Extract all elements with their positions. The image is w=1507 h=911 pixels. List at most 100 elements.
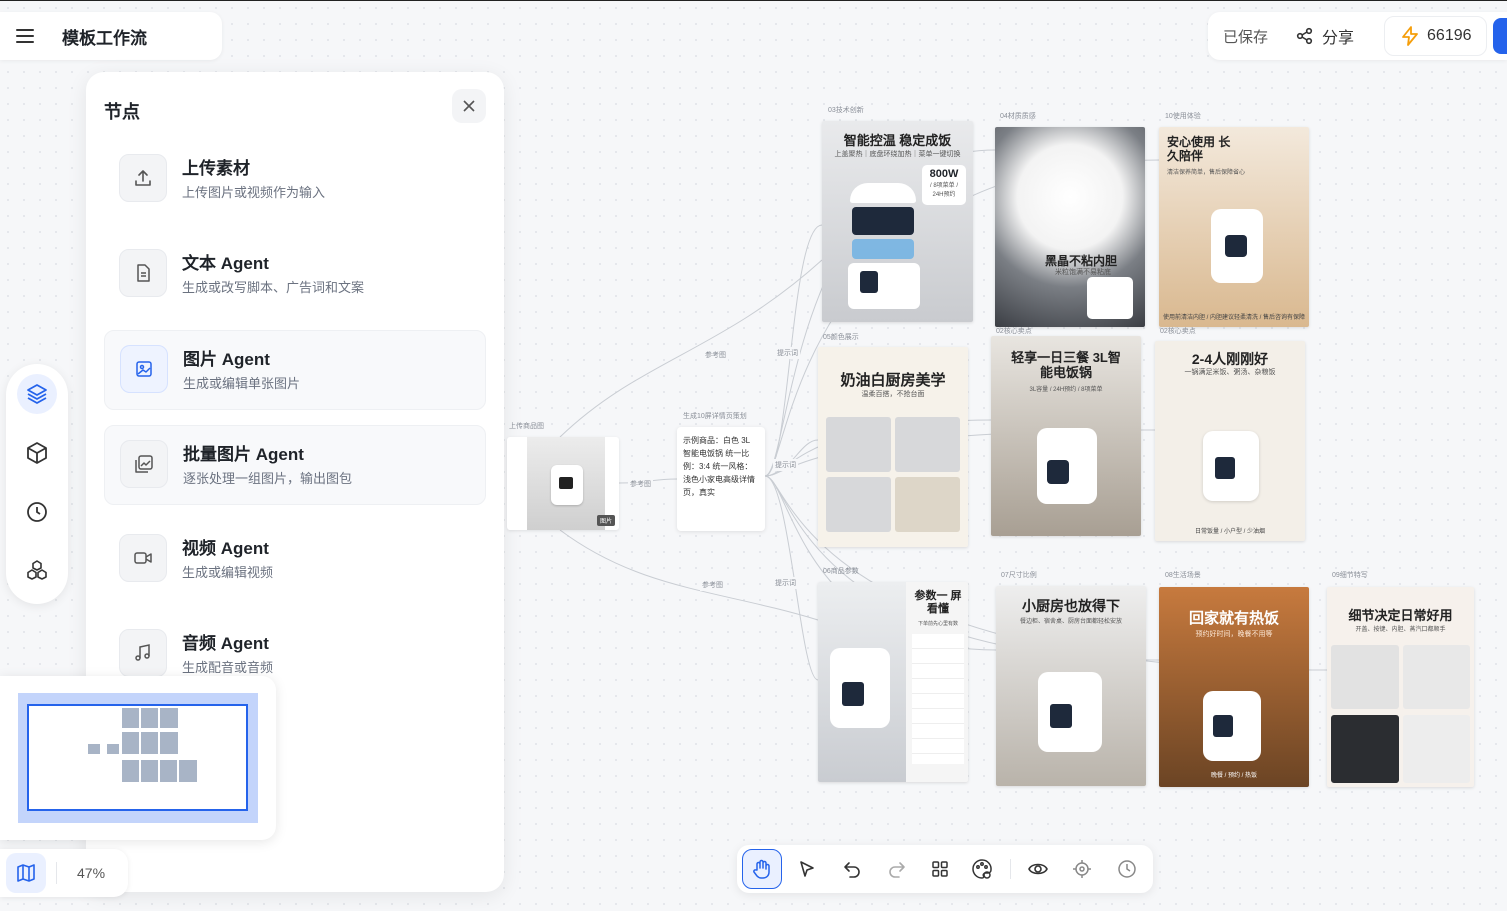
node-item-title: 图片 Agent xyxy=(183,350,270,369)
templates-tool-button[interactable] xyxy=(17,551,57,591)
assets-tool-button[interactable] xyxy=(17,433,57,473)
card-tag: 10使用体验 xyxy=(1165,113,1201,120)
output-card-lifestyle[interactable]: 回家就有热饭 预约好时间，晚餐不用等 晚餐 / 预约 / 热饭 xyxy=(1159,587,1309,787)
share-label: 分享 xyxy=(1322,30,1355,47)
node-item-desc: 生成或改写脚本、广告词和文案 xyxy=(182,280,365,295)
edge-label-prompt: 提示词 xyxy=(773,577,798,589)
output-card-material[interactable]: 黑晶不粘内胆 米粒饱满不易粘底 xyxy=(995,127,1145,327)
edge-label-prompt: 提示词 xyxy=(775,347,800,359)
music-icon xyxy=(119,629,167,677)
minimap-node xyxy=(160,760,177,782)
divider xyxy=(56,862,57,884)
preview-button[interactable] xyxy=(1018,849,1058,889)
minimap-node xyxy=(88,744,100,754)
card-headline: 安心使用 长久陪伴 xyxy=(1167,135,1231,163)
card-subtitle: 米粒饱满不易粘底 xyxy=(1055,269,1111,276)
card-headline: 细节决定日常好用 xyxy=(1348,608,1453,623)
redo-icon xyxy=(889,862,905,878)
source-image-node[interactable]: 图片 xyxy=(507,437,619,530)
node-item-batch-image-agent[interactable]: 批量图片 Agent 逐张处理一组图片，输出图包 xyxy=(104,425,486,505)
card-footer: 使用前清洁内胆 / 内胆建议轻柔清洗 / 售后咨询有保障 xyxy=(1162,315,1305,321)
text-node-tag: 生成10屏详情页策划 xyxy=(683,413,747,420)
share-icon xyxy=(1296,27,1313,45)
save-status: 已保存 xyxy=(1223,28,1269,46)
primary-button-edge[interactable] xyxy=(1493,18,1507,54)
card-headline: 奶油白厨房美学 xyxy=(840,372,946,389)
image-badge: 图片 xyxy=(596,515,615,526)
node-item-desc: 生成或编辑视频 xyxy=(182,565,274,580)
video-icon xyxy=(119,534,167,582)
minimap-toggle-button[interactable] xyxy=(6,853,46,893)
card-headline: 智能控温 稳定成饭 xyxy=(843,133,952,148)
clock-icon xyxy=(27,502,47,522)
card-tag: 02核心卖点 xyxy=(1160,328,1196,335)
cube-icon xyxy=(27,442,47,464)
output-card-size[interactable]: 小厨房也放得下 餐边柜、宿舍桌、厨房台面都轻松安放 xyxy=(996,586,1146,786)
card-footer: 日常饭量 / 小户型 / 少油烟 xyxy=(1194,529,1265,535)
card-subtitle: 3L容量 / 24H预约 / 8项菜单 xyxy=(1029,387,1103,393)
card-tag: 07尺寸比例 xyxy=(1001,572,1037,579)
node-item-upload[interactable]: 上传素材 上传图片或视频作为输入 xyxy=(104,140,486,220)
edge-label-ref: 参考图 xyxy=(628,478,653,490)
credits-button[interactable]: 66196 xyxy=(1384,16,1487,56)
upload-icon xyxy=(119,154,167,202)
node-item-title: 上传素材 xyxy=(182,159,250,178)
node-item-video-agent[interactable]: 视频 Agent 生成或编辑视频 xyxy=(104,520,486,600)
edge-label-prompt: 提示词 xyxy=(773,459,798,471)
eye-icon xyxy=(1028,863,1048,875)
divider xyxy=(1010,859,1011,879)
card-subtitle: 预约好时间，晚餐不用等 xyxy=(1195,631,1273,638)
edge-label-ref: 参考图 xyxy=(700,579,725,591)
workflow-title: 模板工作流 xyxy=(62,28,147,48)
top-actions: 已保存 分享 66196 xyxy=(1208,12,1507,60)
node-item-desc: 生成或编辑单张图片 xyxy=(183,376,301,391)
output-card-color[interactable]: 奶油白厨房美学 温柔百搭，不抢台面 xyxy=(818,347,968,547)
card-footer: 晚餐 / 预约 / 热饭 xyxy=(1210,773,1257,779)
minimap[interactable] xyxy=(0,676,276,840)
close-panel-button[interactable] xyxy=(452,89,486,123)
minimap-area[interactable] xyxy=(18,693,258,823)
theme-button[interactable] xyxy=(962,849,1002,889)
palette-icon xyxy=(972,859,992,879)
image-icon xyxy=(120,345,168,393)
minimap-node xyxy=(122,760,139,782)
history-button[interactable] xyxy=(1107,849,1147,889)
minimap-node xyxy=(141,708,158,728)
cubes-icon xyxy=(27,560,47,580)
text-plan-node[interactable]: 示例商品：白色 3L 智能电饭锅 统一比例：3:4 统一风格：浅色小家电高级详情… xyxy=(677,427,765,531)
minimap-viewport[interactable] xyxy=(27,704,248,811)
grid-layout-button[interactable] xyxy=(920,849,960,889)
node-item-desc: 逐张处理一组图片，输出图包 xyxy=(183,471,353,486)
grid-icon xyxy=(932,861,948,877)
lightning-icon xyxy=(1402,26,1418,46)
card-subtitle: 开盖、按键、内胆、蒸汽口都顺手 xyxy=(1355,627,1446,633)
menu-icon[interactable] xyxy=(16,29,34,43)
output-card-capacity[interactable]: 2-4人刚刚好 一锅满足米饭、粥汤、杂粮饭 日常饭量 / 小户型 / 少油烟 xyxy=(1155,341,1305,541)
card-tag: 05颜色展示 xyxy=(823,334,859,341)
node-item-desc: 上传图片或视频作为输入 xyxy=(182,185,326,200)
locate-button[interactable] xyxy=(1062,849,1102,889)
minimap-node xyxy=(160,708,178,728)
zoom-level[interactable]: 47% xyxy=(77,865,105,881)
zoom-control: 47% xyxy=(0,849,128,897)
card-subtitle: 一锅满足米饭、粥汤、杂粮饭 xyxy=(1184,369,1276,376)
history-tool-button[interactable] xyxy=(17,492,57,532)
nodes-tool-button[interactable] xyxy=(17,374,57,414)
select-tool-button[interactable] xyxy=(787,849,827,889)
redo-button[interactable] xyxy=(877,849,917,889)
node-item-text-agent[interactable]: 文本 Agent 生成或改写脚本、广告词和文案 xyxy=(104,235,486,315)
output-card-details[interactable]: 细节决定日常好用 开盖、按键、内胆、蒸汽口都顺手 xyxy=(1327,587,1474,787)
panel-title: 节点 xyxy=(104,102,140,122)
undo-button[interactable] xyxy=(832,849,872,889)
card-subtitle: 上盖聚热｜底盘环绕加热｜菜单一键切换 xyxy=(834,151,961,158)
product-photo xyxy=(527,437,605,530)
output-card-tech[interactable]: 智能控温 稳定成饭 上盖聚热｜底盘环绕加热｜菜单一键切换 800W / 8项菜单… xyxy=(822,121,973,322)
source-node-tag: 上传商品图 xyxy=(509,423,544,430)
node-item-image-agent[interactable]: 图片 Agent 生成或编辑单张图片 xyxy=(104,330,486,410)
share-button[interactable]: 分享 xyxy=(1296,24,1354,48)
bottom-toolbar xyxy=(737,845,1153,893)
output-card-selling-point[interactable]: 轻享一日三餐 3L智能电饭锅 3L容量 / 24H预约 / 8项菜单 xyxy=(991,336,1141,536)
hand-tool-button[interactable] xyxy=(742,849,782,889)
output-card-params[interactable]: 参数一 屏看懂 下单前先心里有数 xyxy=(818,582,968,782)
output-card-experience[interactable]: 安心使用 长久陪伴 清洁保养简单，售后保障省心 使用前清洁内胆 / 内胆建议轻柔… xyxy=(1159,127,1309,327)
